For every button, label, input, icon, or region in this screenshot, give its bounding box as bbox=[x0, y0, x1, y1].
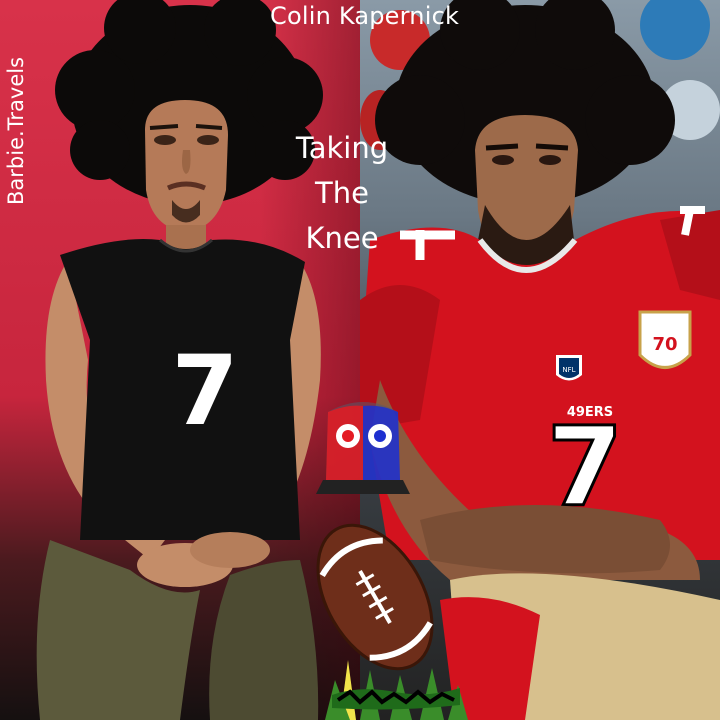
shield-number: 70 bbox=[652, 334, 677, 355]
caption-line: Taking bbox=[295, 131, 389, 165]
anniversary-shield-badge: 70 bbox=[638, 310, 692, 369]
nfl-logo-text: NFL bbox=[562, 366, 575, 374]
doll-face bbox=[145, 100, 228, 232]
photo-collage: 7 NFL 70 49ERS 7 Colin Kapernick Taking … bbox=[0, 0, 720, 720]
player-pants bbox=[440, 573, 720, 720]
doll-jersey-number: 7 bbox=[172, 335, 239, 447]
caption: Taking The Knee bbox=[282, 126, 402, 261]
image-title: Colin Kapernick bbox=[270, 2, 460, 30]
nfl-logo: NFL bbox=[556, 355, 582, 381]
caption-line: Knee bbox=[305, 221, 379, 255]
police-siren-icon bbox=[316, 402, 410, 494]
caption-line: The bbox=[315, 176, 369, 210]
watermark-tag: Barbie.Travels bbox=[4, 56, 28, 205]
grass-text-logo bbox=[325, 660, 468, 720]
